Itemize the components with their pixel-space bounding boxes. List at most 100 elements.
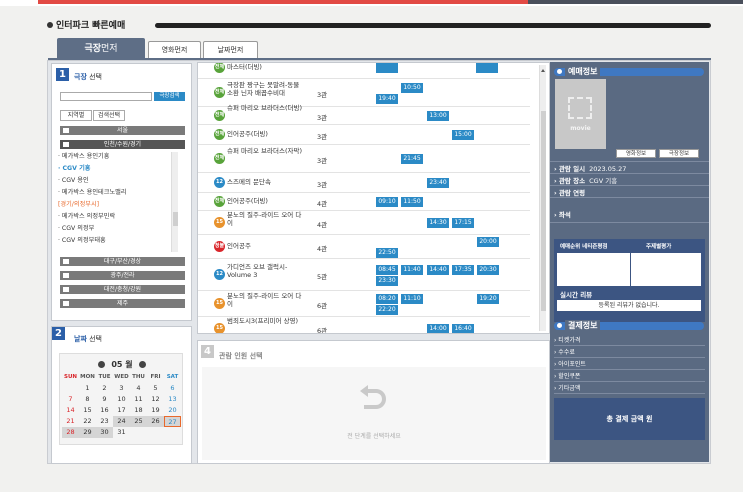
movie-list-scrollbar[interactable]: [539, 65, 546, 331]
calendar-day[interactable]: 14: [62, 405, 79, 416]
calendar-day[interactable]: 25: [130, 416, 147, 427]
showtime-button[interactable]: 19:40: [376, 93, 398, 104]
showtime-button[interactable]: 08:45: [376, 264, 398, 275]
calendar-day[interactable]: 24: [113, 416, 130, 427]
movie-row[interactable]: 전체 마스터(더빙): [198, 63, 530, 79]
showtime-button[interactable]: 23:30: [376, 275, 398, 286]
tab-theater-first-b: 먼저: [101, 44, 118, 54]
region-seoul[interactable]: 서울: [60, 126, 185, 135]
theater-item[interactable]: · 메가박스 용인테크노밸리: [58, 187, 168, 199]
theater-item[interactable]: · CGV 용인: [58, 175, 168, 187]
movie-row[interactable]: 12 가디언즈 오브 갤럭시-Volume 3 5관 08:45 11:40 14:40 1…: [198, 259, 530, 291]
showtime-button[interactable]: 15:00: [452, 130, 474, 140]
calendar-day[interactable]: 21: [62, 416, 79, 427]
next-month-icon[interactable]: [138, 361, 146, 368]
calendar-day[interactable]: 26: [147, 416, 164, 427]
showtime-button[interactable]: [376, 63, 398, 73]
calendar-day[interactable]: 15: [79, 405, 96, 416]
showtime-button[interactable]: 22:50: [376, 247, 398, 258]
showtime-button[interactable]: 13:00: [427, 111, 449, 121]
calendar-day[interactable]: 1: [79, 383, 96, 394]
movie-row[interactable]: 전체 극장판 짱구는 못말려-동물소환 닌자 배꼽수비대 3관 10:50 19:40: [198, 79, 530, 107]
theater-item[interactable]: · 메가박스 의정부민락: [58, 211, 168, 223]
calendar-day[interactable]: 3: [113, 383, 130, 394]
showtime-button[interactable]: 14:40: [427, 264, 449, 275]
showtime-button[interactable]: 14:30: [427, 218, 449, 228]
showtime-button[interactable]: 17:15: [452, 218, 474, 228]
calendar-day[interactable]: 12: [147, 394, 164, 405]
region-daejeon[interactable]: 대전/충청/강원: [60, 285, 185, 294]
movie-row[interactable]: 12 스즈메의 문단속 3관 23:40: [198, 173, 530, 193]
showtime-button[interactable]: 20:30: [477, 264, 499, 275]
calendar-day[interactable]: 9: [96, 394, 113, 405]
calendar-day[interactable]: 8: [79, 394, 96, 405]
showtime-button[interactable]: 10:50: [401, 82, 423, 93]
calendar-day[interactable]: 19: [147, 405, 164, 416]
movie-row[interactable]: 청불 인어공주 4관 20:00 22:50: [198, 235, 530, 259]
showtime-button[interactable]: 11:50: [401, 197, 423, 207]
calendar-day[interactable]: 27: [164, 416, 181, 427]
tab-movie-first[interactable]: 영화먼저: [148, 41, 201, 59]
movie-row[interactable]: 전체 인어공주(더빙) 4관 09:10 11:50: [198, 193, 530, 211]
showtime-button[interactable]: 14:00: [427, 324, 449, 333]
movie-row[interactable]: 15 범죄도시3(프리미어 상영) 6관 14:00 16:40: [198, 317, 530, 333]
region-gwangju[interactable]: 광주/전라: [60, 271, 185, 280]
calendar-day[interactable]: 30: [96, 427, 113, 438]
theater-item[interactable]: · CGV 의정부: [58, 223, 168, 235]
calendar-day[interactable]: 29: [79, 427, 96, 438]
showtime-button[interactable]: 23:40: [427, 178, 449, 188]
region-label: 인천/수원/경기: [103, 141, 142, 148]
calendar-day[interactable]: 18: [130, 405, 147, 416]
prev-month-icon[interactable]: [98, 361, 106, 368]
calendar-day[interactable]: 6: [164, 383, 181, 394]
movie-row[interactable]: 15 분노의 질주-라이드 오어 다이 6관 08:20 11:10 19:20 22:20: [198, 291, 530, 317]
calendar-day[interactable]: 16: [96, 405, 113, 416]
showtime-button[interactable]: 11:40: [401, 264, 423, 275]
expand-icon: [63, 287, 69, 292]
movie-row[interactable]: 전체 인어공주(더빙) 3관 15:00: [198, 125, 530, 145]
calendar-day[interactable]: 23: [96, 416, 113, 427]
region-jeju[interactable]: 제주: [60, 299, 185, 308]
showtime-button[interactable]: 22:20: [376, 304, 398, 315]
movie-info-button[interactable]: 영화정보: [616, 149, 656, 158]
theater-list-scrollbar[interactable]: [171, 152, 178, 252]
showtime-button[interactable]: 16:40: [452, 324, 474, 333]
showtime-button[interactable]: [476, 63, 498, 73]
movie-title: 인어공주(더빙): [227, 197, 268, 205]
showtime-button[interactable]: 21:45: [401, 154, 423, 164]
movie-row[interactable]: 15 분노의 질주-라이드 오어 다이 4관 14:30 17:15: [198, 211, 530, 235]
scroll-up-icon[interactable]: [541, 69, 545, 72]
calendar-day[interactable]: 20: [164, 405, 181, 416]
theater-search-button[interactable]: 극장검색: [154, 92, 185, 101]
theater-search-input[interactable]: [60, 92, 152, 101]
movie-row[interactable]: 전체 슈퍼 마리오 브라더스(자막) 3관 21:45: [198, 145, 530, 173]
calendar-day[interactable]: 31: [113, 427, 130, 438]
calendar-day[interactable]: 4: [130, 383, 147, 394]
calendar-day[interactable]: 28: [62, 427, 79, 438]
movie-row[interactable]: 전체 슈퍼 마리오 브라더스(더빙) 3관 13:00: [198, 104, 530, 125]
region-incheon[interactable]: 인천/수원/경기: [60, 140, 185, 149]
showtime-button[interactable]: 19:20: [477, 293, 499, 304]
calendar-day[interactable]: 2: [96, 383, 113, 394]
showtime-button[interactable]: 20:00: [477, 236, 499, 247]
calendar-day[interactable]: 5: [147, 383, 164, 394]
calendar-day[interactable]: 11: [130, 394, 147, 405]
showtime-button[interactable]: 17:35: [452, 264, 474, 275]
theater-item[interactable]: · CGV 기흥: [58, 163, 168, 175]
calendar-day[interactable]: 22: [79, 416, 96, 427]
showtime-button[interactable]: 11:10: [401, 293, 423, 304]
region-daegu[interactable]: 대구/부산/경상: [60, 257, 185, 266]
calendar-day[interactable]: 7: [62, 394, 79, 405]
theater-info-button[interactable]: 극장정보: [659, 149, 699, 158]
tab-theater-first[interactable]: 극장먼저: [57, 38, 145, 59]
subtab-search[interactable]: 검색선택: [93, 110, 125, 121]
tab-date-first[interactable]: 날짜먼저: [203, 41, 258, 59]
calendar-day[interactable]: 13: [164, 394, 181, 405]
theater-item[interactable]: · CGV 의정부태흥: [58, 235, 168, 247]
theater-item[interactable]: · 메가박스 용인기흥: [58, 151, 168, 163]
calendar-day[interactable]: 17: [113, 405, 130, 416]
calendar-day[interactable]: 10: [113, 394, 130, 405]
subtab-region[interactable]: 지역별: [60, 110, 92, 121]
showtime-button[interactable]: 09:10: [376, 197, 398, 207]
showtime-button[interactable]: 08:20: [376, 293, 398, 304]
